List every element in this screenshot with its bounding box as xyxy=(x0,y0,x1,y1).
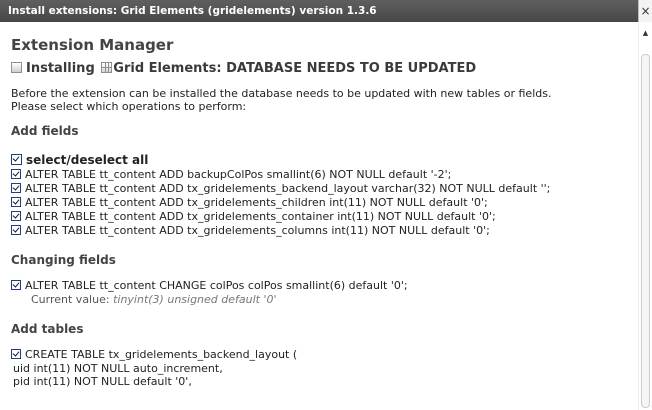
add-table-row[interactable]: CREATE TABLE tx_gridelements_backend_lay… xyxy=(11,348,638,362)
field-row[interactable]: ALTER TABLE tt_content ADD tx_gridelemen… xyxy=(11,224,638,238)
add-table-checkbox[interactable] xyxy=(11,349,21,359)
grid-icon xyxy=(101,62,113,73)
select-all-label: select/deselect all xyxy=(26,153,149,167)
changing-fields-heading: Changing fields xyxy=(11,253,116,267)
add-table-line-2: uid int(11) NOT NULL auto_increment, xyxy=(13,362,223,375)
current-value-label: Current value: xyxy=(31,293,110,306)
window-titlebar: Install extensions: Grid Elements (gride… xyxy=(0,0,652,22)
extension-icon xyxy=(11,62,22,73)
field-statement: ALTER TABLE tt_content ADD tx_gridelemen… xyxy=(25,210,496,223)
intro-line-1: Before the extension can be installed th… xyxy=(11,87,552,100)
dialog-content: Extension Manager Installing Grid Elemen… xyxy=(0,22,638,410)
field-checkbox[interactable] xyxy=(11,225,21,235)
field-checkbox[interactable] xyxy=(11,169,21,179)
intro-text: Before the extension can be installed th… xyxy=(11,87,638,113)
page-title: Extension Manager xyxy=(11,36,174,54)
current-value-text: tinyint(3) unsigned default '0' xyxy=(113,293,277,306)
field-checkbox[interactable] xyxy=(11,197,21,207)
vertical-scrollbar[interactable]: ▲ xyxy=(638,22,652,410)
window-title: Install extensions: Grid Elements (gride… xyxy=(8,5,377,17)
select-all-row[interactable]: select/deselect all xyxy=(11,153,638,168)
installing-label: Installing xyxy=(26,61,95,76)
field-statement: ALTER TABLE tt_content ADD tx_gridelemen… xyxy=(25,224,490,237)
add-fields-heading: Add fields xyxy=(11,124,79,138)
field-statement: ALTER TABLE tt_content ADD tx_gridelemen… xyxy=(25,196,488,209)
field-statement: ALTER TABLE tt_content ADD backupColPos … xyxy=(25,168,452,181)
current-value: Current value: tinyint(3) unsigned defau… xyxy=(11,293,638,307)
intro-line-2: Please select which operations to perfor… xyxy=(11,100,247,113)
add-tables-heading: Add tables xyxy=(11,322,84,336)
add-fields-list: ALTER TABLE tt_content ADD backupColPos … xyxy=(11,168,638,238)
select-all-checkbox[interactable] xyxy=(11,154,22,165)
field-statement: ALTER TABLE tt_content ADD tx_gridelemen… xyxy=(25,182,551,195)
change-field-row[interactable]: ALTER TABLE tt_content CHANGE colPos col… xyxy=(11,279,638,293)
change-field-statement: ALTER TABLE tt_content CHANGE colPos col… xyxy=(25,279,408,292)
change-field-checkbox[interactable] xyxy=(11,280,21,290)
extension-name: Grid Elements: DATABASE NEEDS TO BE UPDA… xyxy=(113,61,477,76)
field-checkbox[interactable] xyxy=(11,183,21,193)
close-button[interactable]: × xyxy=(638,0,652,22)
add-table-statement: CREATE TABLE tx_gridelements_backend_lay… xyxy=(25,348,298,361)
scroll-thumb[interactable] xyxy=(641,54,650,408)
field-row[interactable]: ALTER TABLE tt_content ADD tx_gridelemen… xyxy=(11,196,638,210)
field-checkbox[interactable] xyxy=(11,211,21,221)
add-table-line-3: pid int(11) NOT NULL default '0', xyxy=(13,375,192,388)
field-row[interactable]: ALTER TABLE tt_content ADD tx_gridelemen… xyxy=(11,210,638,224)
field-row[interactable]: ALTER TABLE tt_content ADD backupColPos … xyxy=(11,168,638,182)
field-row[interactable]: ALTER TABLE tt_content ADD tx_gridelemen… xyxy=(11,182,638,196)
installing-line: Installing Grid Elements: DATABASE NEEDS… xyxy=(11,60,638,78)
close-icon: × xyxy=(640,4,651,18)
scroll-up-arrow-icon[interactable]: ▲ xyxy=(639,29,652,37)
